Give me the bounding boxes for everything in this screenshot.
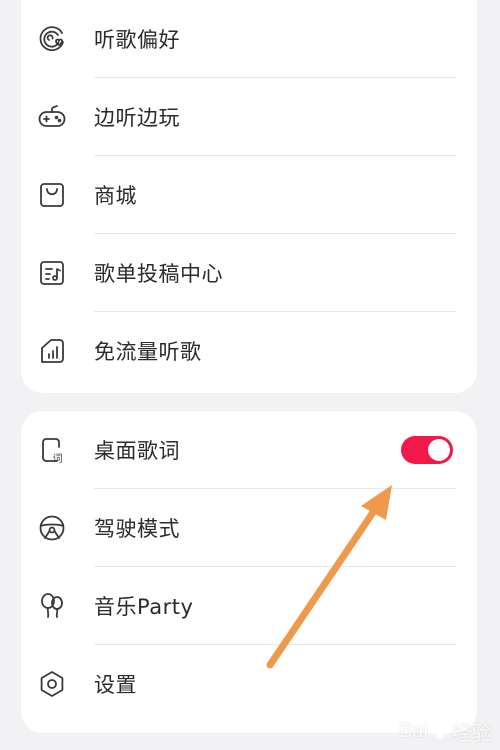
menu-item-music-party[interactable]: 音乐Party bbox=[21, 567, 477, 645]
signal-bars-icon bbox=[37, 336, 67, 366]
steering-wheel-icon bbox=[37, 513, 67, 543]
menu-item-label: 桌面歌词 bbox=[94, 439, 180, 463]
menu-item-play-while-listening[interactable]: 边听边玩 bbox=[21, 78, 477, 156]
menu-item-label: 设置 bbox=[94, 673, 137, 697]
gamepad-icon bbox=[37, 102, 67, 132]
settings-screen: 听歌偏好 边听边玩 商城 歌单投稿中心 免流量听歌 词 桌面歌词 驾驶模式 音乐… bbox=[0, 0, 500, 750]
menu-item-label: 商城 bbox=[94, 184, 137, 208]
menu-item-settings[interactable]: 设置 bbox=[21, 645, 477, 723]
menu-item-mall[interactable]: 商城 bbox=[21, 156, 477, 234]
menu-item-playlist-submission[interactable]: 歌单投稿中心 bbox=[21, 234, 477, 312]
balloons-icon bbox=[37, 591, 67, 621]
menu-item-data-free[interactable]: 免流量听歌 bbox=[21, 312, 477, 390]
menu-item-driving-mode[interactable]: 驾驶模式 bbox=[21, 489, 477, 567]
menu-item-label: 听歌偏好 bbox=[94, 28, 180, 52]
music-heart-icon bbox=[37, 24, 67, 54]
playlist-submit-icon bbox=[37, 258, 67, 288]
menu-item-label: 驾驶模式 bbox=[94, 517, 180, 541]
watermark-suffix: 经验 bbox=[452, 723, 492, 745]
menu-item-label: 音乐Party bbox=[94, 595, 194, 619]
menu-item-label: 边听边玩 bbox=[94, 106, 180, 130]
menu-item-desktop-lyrics[interactable]: 词 桌面歌词 bbox=[21, 411, 477, 489]
gear-icon bbox=[37, 669, 67, 699]
desktop-lyrics-toggle[interactable] bbox=[401, 436, 453, 464]
desktop-lyrics-icon: 词 bbox=[37, 435, 67, 465]
svg-text:词: 词 bbox=[53, 453, 63, 465]
paw-icon bbox=[431, 725, 449, 739]
shopping-bag-icon bbox=[37, 180, 67, 210]
menu-item-label: 免流量听歌 bbox=[94, 340, 202, 364]
menu-card-bottom: 词 桌面歌词 驾驶模式 音乐Party 设置 bbox=[21, 411, 477, 733]
menu-item-listening-preference[interactable]: 听歌偏好 bbox=[21, 0, 477, 78]
menu-card-top: 听歌偏好 边听边玩 商城 歌单投稿中心 免流量听歌 bbox=[21, 0, 477, 393]
toggle-knob bbox=[428, 439, 450, 461]
baidu-watermark: Bai 经验 bbox=[399, 717, 492, 746]
menu-item-label: 歌单投稿中心 bbox=[94, 262, 223, 286]
watermark-text: Bai bbox=[399, 720, 428, 742]
